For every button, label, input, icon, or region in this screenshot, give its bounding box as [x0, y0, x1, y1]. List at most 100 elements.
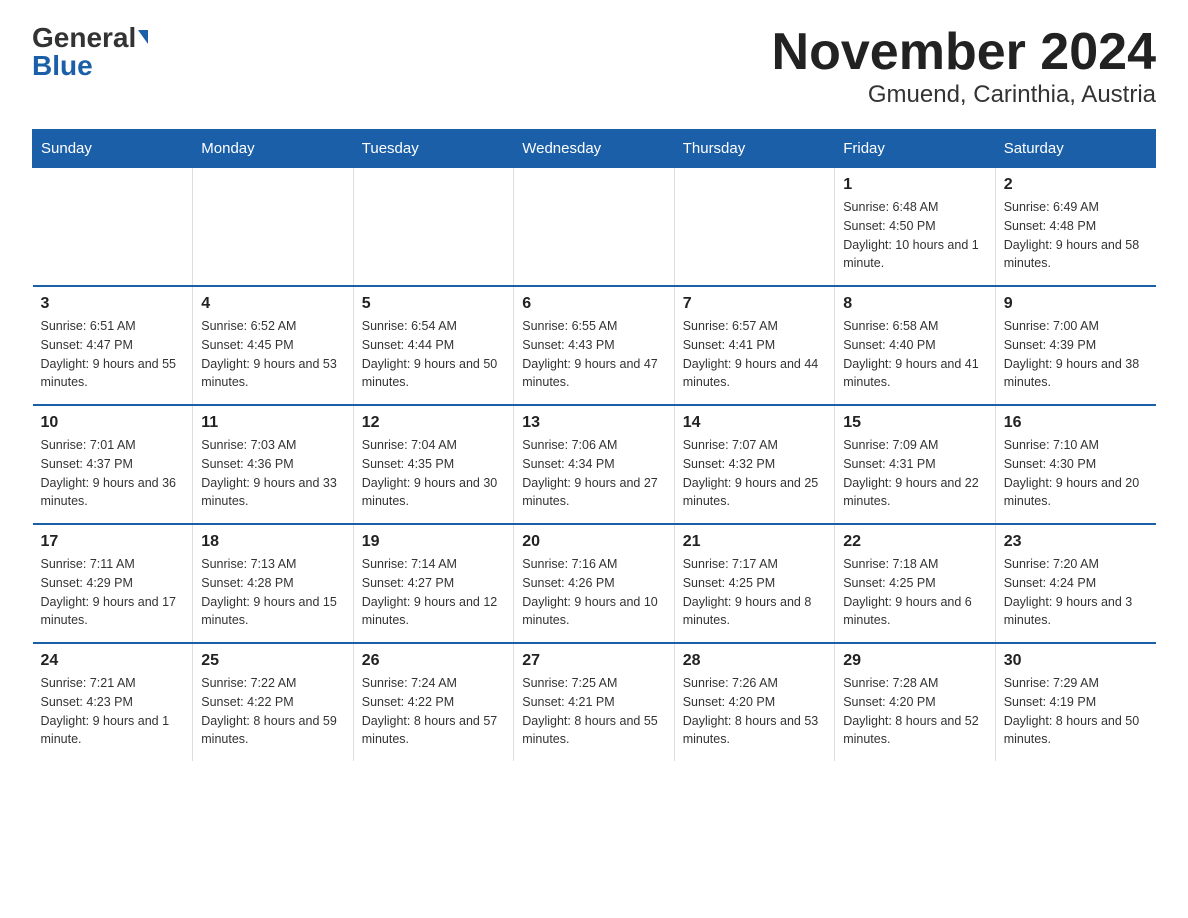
calendar-cell: 20Sunrise: 7:16 AM Sunset: 4:26 PM Dayli…	[514, 524, 674, 643]
day-number: 17	[41, 533, 185, 551]
day-info: Sunrise: 6:48 AM Sunset: 4:50 PM Dayligh…	[843, 198, 986, 273]
day-number: 10	[41, 414, 185, 432]
day-info: Sunrise: 6:51 AM Sunset: 4:47 PM Dayligh…	[41, 317, 185, 392]
week-row-1: 1 Sunrise: 6:48 AM Sunset: 4:50 PM Daylig…	[33, 168, 1156, 287]
day-info: Sunrise: 7:22 AM Sunset: 4:22 PM Dayligh…	[201, 674, 344, 749]
day-number: 11	[201, 414, 344, 432]
weekday-header-friday: Friday	[835, 130, 995, 168]
day-info: Sunrise: 7:14 AM Sunset: 4:27 PM Dayligh…	[362, 555, 505, 630]
calendar-cell: 2 Sunrise: 6:49 AM Sunset: 4:48 PM Daylig…	[995, 168, 1155, 287]
logo-triangle-icon	[138, 30, 148, 44]
calendar-subtitle: Gmuend, Carinthia, Austria	[772, 81, 1156, 109]
day-info: Sunrise: 7:00 AM Sunset: 4:39 PM Dayligh…	[1004, 317, 1148, 392]
day-info: Sunrise: 7:26 AM Sunset: 4:20 PM Dayligh…	[683, 674, 826, 749]
day-info: Sunrise: 6:49 AM Sunset: 4:48 PM Dayligh…	[1004, 198, 1148, 273]
day-info: Sunrise: 7:25 AM Sunset: 4:21 PM Dayligh…	[522, 674, 665, 749]
title-block: November 2024 Gmuend, Carinthia, Austria	[772, 24, 1156, 109]
calendar-cell: 5 Sunrise: 6:54 AM Sunset: 4:44 PM Daylig…	[353, 286, 513, 405]
calendar-body: 1 Sunrise: 6:48 AM Sunset: 4:50 PM Daylig…	[33, 168, 1156, 762]
calendar-cell: 13 Sunrise: 7:06 AM Sunset: 4:34 PM Dayli…	[514, 405, 674, 524]
calendar-cell: 22 Sunrise: 7:18 AM Sunset: 4:25 PM Dayli…	[835, 524, 995, 643]
day-number: 30	[1004, 652, 1148, 670]
day-info: Sunrise: 7:17 AM Sunset: 4:25 PM Dayligh…	[683, 555, 826, 630]
day-info: Sunrise: 6:54 AM Sunset: 4:44 PM Dayligh…	[362, 317, 505, 392]
calendar-cell: 1 Sunrise: 6:48 AM Sunset: 4:50 PM Daylig…	[835, 168, 995, 287]
day-info: Sunrise: 7:01 AM Sunset: 4:37 PM Dayligh…	[41, 436, 185, 511]
day-number: 3	[41, 295, 185, 313]
day-number: 22	[843, 533, 986, 551]
day-number: 13	[522, 414, 665, 432]
calendar-cell: 29Sunrise: 7:28 AM Sunset: 4:20 PM Dayli…	[835, 643, 995, 761]
day-info: Sunrise: 6:58 AM Sunset: 4:40 PM Dayligh…	[843, 317, 986, 392]
calendar-cell: 12Sunrise: 7:04 AM Sunset: 4:35 PM Dayli…	[353, 405, 513, 524]
day-number: 25	[201, 652, 344, 670]
page-header: General Blue November 2024 Gmuend, Carin…	[32, 24, 1156, 109]
day-info: Sunrise: 7:16 AM Sunset: 4:26 PM Dayligh…	[522, 555, 665, 630]
calendar-cell: 11 Sunrise: 7:03 AM Sunset: 4:36 PM Dayli…	[193, 405, 353, 524]
weekday-header-saturday: Saturday	[995, 130, 1155, 168]
week-row-4: 17Sunrise: 7:11 AM Sunset: 4:29 PM Dayli…	[33, 524, 1156, 643]
calendar-cell: 19Sunrise: 7:14 AM Sunset: 4:27 PM Dayli…	[353, 524, 513, 643]
calendar-cell	[353, 168, 513, 287]
week-row-2: 3 Sunrise: 6:51 AM Sunset: 4:47 PM Daylig…	[33, 286, 1156, 405]
weekday-header-sunday: Sunday	[33, 130, 193, 168]
day-number: 23	[1004, 533, 1148, 551]
day-number: 21	[683, 533, 826, 551]
calendar-cell: 17Sunrise: 7:11 AM Sunset: 4:29 PM Dayli…	[33, 524, 193, 643]
day-info: Sunrise: 7:04 AM Sunset: 4:35 PM Dayligh…	[362, 436, 505, 511]
calendar-cell: 26 Sunrise: 7:24 AM Sunset: 4:22 PM Dayli…	[353, 643, 513, 761]
calendar-cell: 10 Sunrise: 7:01 AM Sunset: 4:37 PM Dayli…	[33, 405, 193, 524]
day-info: Sunrise: 6:52 AM Sunset: 4:45 PM Dayligh…	[201, 317, 344, 392]
day-number: 5	[362, 295, 505, 313]
calendar-cell: 21 Sunrise: 7:17 AM Sunset: 4:25 PM Dayli…	[674, 524, 834, 643]
calendar-cell	[33, 168, 193, 287]
calendar-cell: 4 Sunrise: 6:52 AM Sunset: 4:45 PM Daylig…	[193, 286, 353, 405]
day-info: Sunrise: 7:21 AM Sunset: 4:23 PM Dayligh…	[41, 674, 185, 749]
calendar-cell: 16 Sunrise: 7:10 AM Sunset: 4:30 PM Dayli…	[995, 405, 1155, 524]
day-number: 14	[683, 414, 826, 432]
calendar-cell: 28 Sunrise: 7:26 AM Sunset: 4:20 PM Dayli…	[674, 643, 834, 761]
logo: General Blue	[32, 24, 148, 80]
day-info: Sunrise: 6:57 AM Sunset: 4:41 PM Dayligh…	[683, 317, 826, 392]
day-info: Sunrise: 7:13 AM Sunset: 4:28 PM Dayligh…	[201, 555, 344, 630]
calendar-cell: 7 Sunrise: 6:57 AM Sunset: 4:41 PM Daylig…	[674, 286, 834, 405]
day-number: 7	[683, 295, 826, 313]
logo-blue-text: Blue	[32, 52, 93, 80]
header-row: SundayMondayTuesdayWednesdayThursdayFrid…	[33, 130, 1156, 168]
day-number: 16	[1004, 414, 1148, 432]
day-info: Sunrise: 7:10 AM Sunset: 4:30 PM Dayligh…	[1004, 436, 1148, 511]
day-info: Sunrise: 7:29 AM Sunset: 4:19 PM Dayligh…	[1004, 674, 1148, 749]
day-number: 24	[41, 652, 185, 670]
day-number: 9	[1004, 295, 1148, 313]
day-number: 1	[843, 176, 986, 194]
day-info: Sunrise: 7:18 AM Sunset: 4:25 PM Dayligh…	[843, 555, 986, 630]
week-row-3: 10 Sunrise: 7:01 AM Sunset: 4:37 PM Dayli…	[33, 405, 1156, 524]
day-info: Sunrise: 7:24 AM Sunset: 4:22 PM Dayligh…	[362, 674, 505, 749]
day-info: Sunrise: 7:06 AM Sunset: 4:34 PM Dayligh…	[522, 436, 665, 511]
day-info: Sunrise: 7:09 AM Sunset: 4:31 PM Dayligh…	[843, 436, 986, 511]
calendar-cell	[193, 168, 353, 287]
calendar-cell: 27Sunrise: 7:25 AM Sunset: 4:21 PM Dayli…	[514, 643, 674, 761]
calendar-cell: 30 Sunrise: 7:29 AM Sunset: 4:19 PM Dayli…	[995, 643, 1155, 761]
day-number: 28	[683, 652, 826, 670]
calendar-cell: 6Sunrise: 6:55 AM Sunset: 4:43 PM Daylig…	[514, 286, 674, 405]
calendar-cell: 15Sunrise: 7:09 AM Sunset: 4:31 PM Dayli…	[835, 405, 995, 524]
calendar-cell	[674, 168, 834, 287]
day-info: Sunrise: 7:03 AM Sunset: 4:36 PM Dayligh…	[201, 436, 344, 511]
day-info: Sunrise: 7:28 AM Sunset: 4:20 PM Dayligh…	[843, 674, 986, 749]
day-info: Sunrise: 7:07 AM Sunset: 4:32 PM Dayligh…	[683, 436, 826, 511]
day-number: 26	[362, 652, 505, 670]
calendar-cell: 3 Sunrise: 6:51 AM Sunset: 4:47 PM Daylig…	[33, 286, 193, 405]
weekday-header-wednesday: Wednesday	[514, 130, 674, 168]
day-number: 18	[201, 533, 344, 551]
day-number: 4	[201, 295, 344, 313]
calendar-cell: 18 Sunrise: 7:13 AM Sunset: 4:28 PM Dayli…	[193, 524, 353, 643]
calendar-table: SundayMondayTuesdayWednesdayThursdayFrid…	[32, 129, 1156, 761]
day-number: 2	[1004, 176, 1148, 194]
calendar-title: November 2024	[772, 24, 1156, 81]
weekday-header-tuesday: Tuesday	[353, 130, 513, 168]
day-info: Sunrise: 7:20 AM Sunset: 4:24 PM Dayligh…	[1004, 555, 1148, 630]
calendar-cell: 9 Sunrise: 7:00 AM Sunset: 4:39 PM Daylig…	[995, 286, 1155, 405]
calendar-cell: 24 Sunrise: 7:21 AM Sunset: 4:23 PM Dayli…	[33, 643, 193, 761]
day-info: Sunrise: 6:55 AM Sunset: 4:43 PM Dayligh…	[522, 317, 665, 392]
